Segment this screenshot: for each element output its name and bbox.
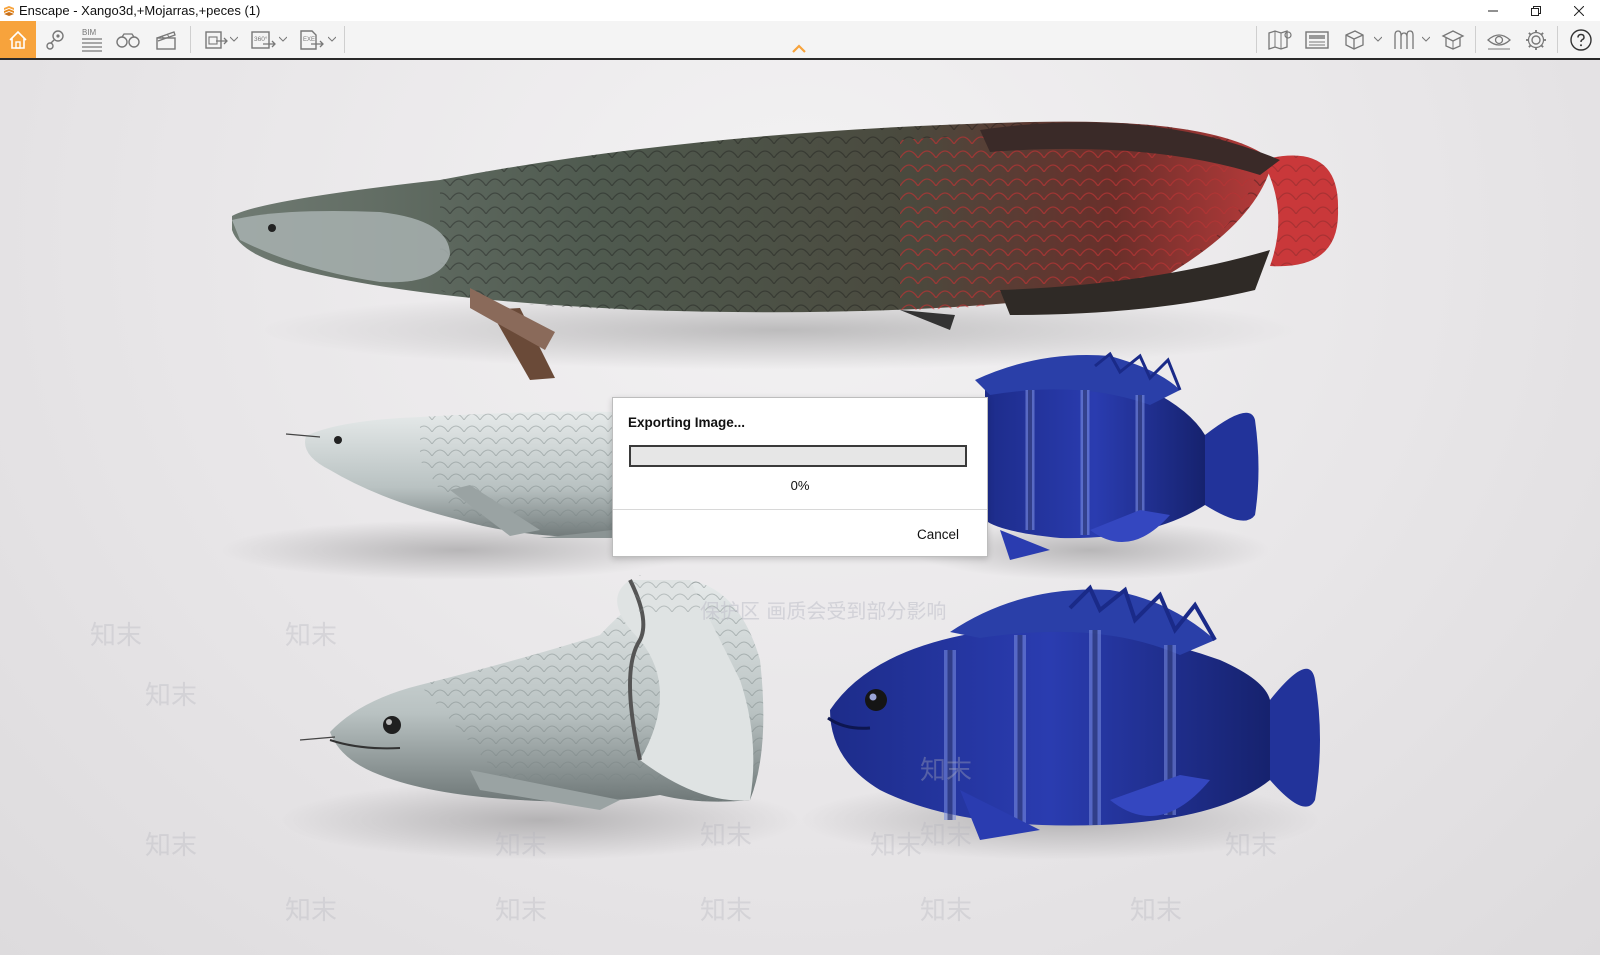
help-icon — [1570, 28, 1592, 51]
material-editor-button[interactable] — [1435, 21, 1471, 58]
map-button[interactable] — [1262, 21, 1298, 58]
watermark-text: 知末 — [920, 896, 973, 926]
window-controls — [1471, 0, 1600, 21]
toolbar-separator — [1557, 26, 1558, 53]
watermark-banner: 保护区 画质会受到部分影响 — [0, 595, 1600, 623]
watermark-text: 知末 — [920, 821, 973, 851]
media-button[interactable] — [1299, 21, 1335, 58]
gear-icon — [1526, 29, 1546, 50]
home-button[interactable] — [0, 21, 36, 58]
chevron-down-icon — [279, 36, 287, 42]
watermark-text: 知末 — [145, 681, 198, 711]
video-editor-button[interactable] — [148, 21, 184, 58]
chevron-down-icon — [1422, 36, 1430, 42]
collapse-toolbar-chevron-up-icon[interactable] — [791, 44, 807, 54]
walk-mode-button[interactable] — [110, 21, 146, 58]
watermark-text: 知末 — [870, 831, 923, 861]
watermark-text: 知末 — [1130, 896, 1183, 926]
dialog-divider — [613, 509, 987, 510]
bim-label: BIM — [82, 28, 97, 37]
binoculars-icon — [116, 32, 140, 48]
screenshot-export-dropdown[interactable] — [229, 34, 239, 44]
progress-percent-label: 0% — [790, 478, 810, 493]
restore-icon — [1530, 5, 1541, 16]
minimize-button[interactable] — [1471, 0, 1514, 21]
standalone-export-button[interactable]: EXE — [294, 21, 330, 58]
toolbar-separator — [1475, 26, 1476, 53]
media-icon — [1305, 30, 1329, 49]
geometry-button[interactable] — [1336, 21, 1372, 58]
watermark-text: 知末 — [920, 756, 973, 786]
window-title: Enscape - Xango3d,+Mojarras,+peces (1) — [19, 3, 261, 18]
chevron-down-icon — [1374, 36, 1382, 42]
settings-button[interactable] — [1518, 21, 1554, 58]
toolbar-separator — [344, 26, 345, 53]
export-progress-dialog: Exporting Image... 0% Cancel — [612, 397, 988, 557]
screenshot-export-icon — [205, 30, 228, 49]
title-bar: Enscape - Xango3d,+Mojarras,+peces (1) — [0, 0, 1600, 21]
close-icon — [1573, 5, 1584, 16]
dialog-title: Exporting Image... — [628, 415, 746, 430]
close-button[interactable] — [1557, 0, 1600, 21]
toolbar-separator — [190, 26, 191, 53]
export-progress-bar — [629, 445, 967, 467]
watermark-text: 知末 — [90, 621, 143, 651]
watermark-text: 知末 — [1225, 831, 1278, 861]
exe-export-icon: EXE — [300, 29, 324, 50]
minimize-icon — [1487, 10, 1498, 11]
panorama-export-button[interactable]: 360° — [245, 21, 281, 58]
bim-button[interactable]: BIM — [74, 21, 110, 58]
pin-icon — [46, 29, 64, 50]
chevron-down-icon — [328, 36, 336, 42]
watermark-banner-text: 保护区 画质会受到部分影响 — [700, 599, 947, 623]
eye-icon — [1487, 33, 1511, 49]
geometry-dropdown[interactable] — [1373, 34, 1383, 44]
material-icon — [1441, 29, 1465, 50]
toolbar-separator — [1256, 26, 1257, 53]
watermark-text: 知末 — [700, 896, 753, 926]
cube-icon — [1345, 29, 1364, 50]
asset-library-button[interactable] — [1386, 21, 1422, 58]
help-button[interactable] — [1563, 21, 1599, 58]
watermark-text: 知末 — [285, 621, 338, 651]
chevron-down-icon — [230, 36, 238, 42]
asset-library-icon — [1394, 29, 1414, 49]
asset-library-dropdown[interactable] — [1421, 34, 1431, 44]
exe-label: EXE — [303, 37, 315, 43]
restore-button[interactable] — [1514, 0, 1557, 21]
enscape-logo-icon — [4, 5, 14, 16]
enscape-toolbar: BIM 360° EXE — [0, 21, 1600, 60]
pano-label: 360° — [254, 35, 268, 43]
watermark-text: 知末 — [145, 831, 198, 861]
panorama-export-dropdown[interactable] — [278, 34, 288, 44]
watermark-text: 知末 — [700, 821, 753, 851]
watermark-text: 知末 — [285, 896, 338, 926]
panorama-360-export-icon: 360° — [251, 30, 276, 49]
watermark-text: 知末 — [495, 896, 548, 926]
visual-settings-preset-button[interactable] — [1481, 21, 1517, 58]
home-icon — [9, 30, 27, 49]
view-management-button[interactable] — [38, 21, 74, 58]
cancel-button[interactable]: Cancel — [903, 522, 973, 546]
standalone-export-dropdown[interactable] — [327, 34, 337, 44]
watermark-text: 知末 — [495, 831, 548, 861]
map-icon — [1268, 29, 1292, 50]
bim-icon: BIM — [82, 28, 102, 52]
clapperboard-icon — [156, 30, 176, 50]
